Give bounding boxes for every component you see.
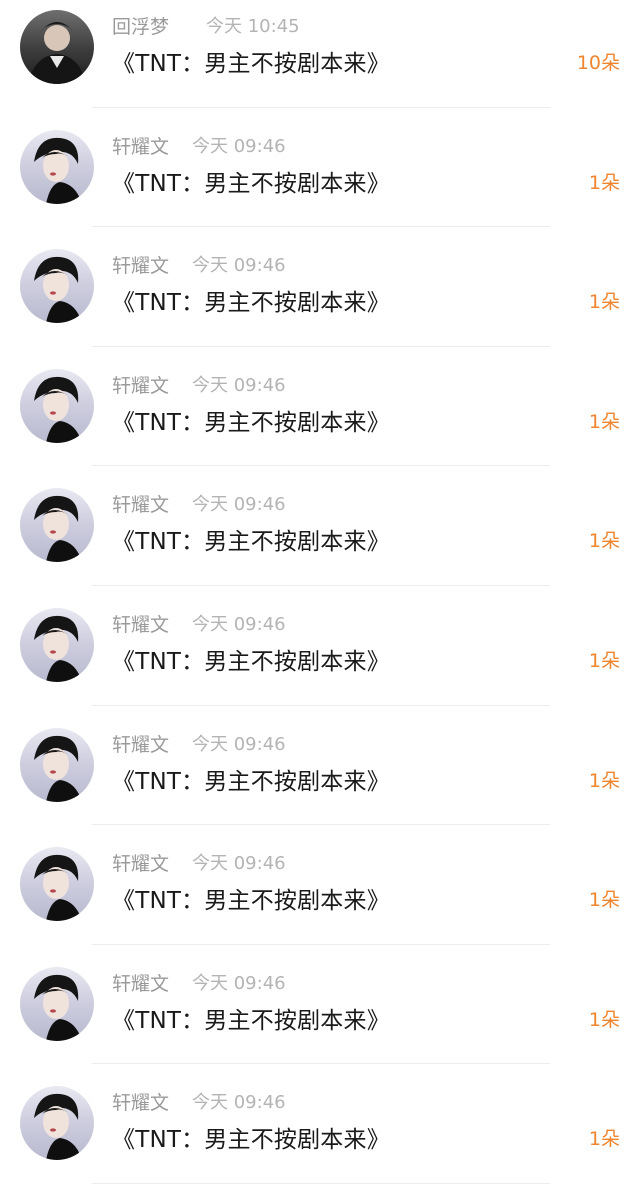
- sender-name: 轩耀文: [112, 494, 170, 517]
- timestamp: 今天 09:46: [192, 135, 286, 157]
- list-item[interactable]: 轩耀文 今天 09:46 《TNT：男主不按剧本来》 1朵: [0, 945, 640, 1065]
- avatar-image: [34, 257, 82, 324]
- sender-name: 轩耀文: [112, 853, 170, 876]
- avatar[interactable]: [20, 249, 94, 324]
- timestamp: 今天 09:46: [192, 972, 286, 994]
- flower-count: 1朵: [588, 889, 620, 912]
- timestamp: 今天 10:45: [206, 16, 300, 37]
- avatar[interactable]: [20, 847, 94, 922]
- timestamp: 今天 09:46: [192, 374, 286, 396]
- book-title: 《TNT：男主不按剧本来》: [112, 51, 390, 77]
- avatar-image: [34, 615, 82, 682]
- sender-name: 轩耀文: [112, 972, 170, 995]
- list-item[interactable]: 回浮梦 今天 10:45 《TNT：男主不按剧本来》 10朵: [0, 0, 640, 108]
- flower-count: 1朵: [588, 410, 620, 433]
- avatar[interactable]: [20, 368, 94, 443]
- flower-count: 1朵: [588, 530, 620, 553]
- gift-record-list: 回浮梦 今天 10:45 《TNT：男主不按剧本来》 10朵 轩耀文 今天 09…: [0, 0, 640, 1184]
- avatar-image: [34, 735, 82, 802]
- sender-name: 轩耀文: [112, 255, 170, 278]
- list-item[interactable]: 轩耀文 今天 09:46 《TNT：男主不按剧本来》 1朵: [0, 1064, 640, 1184]
- book-title: 《TNT：男主不按剧本来》: [112, 1007, 390, 1034]
- list-item[interactable]: 轩耀文 今天 09:46 《TNT：男主不按剧本来》 1朵: [0, 825, 640, 945]
- sender-name: 回浮梦: [112, 16, 170, 38]
- flower-count: 10朵: [576, 52, 620, 74]
- avatar-image: [34, 855, 82, 922]
- avatar[interactable]: [20, 966, 94, 1041]
- book-title: 《TNT：男主不按剧本来》: [112, 170, 390, 197]
- book-title: 《TNT：男主不按剧本来》: [112, 290, 390, 317]
- avatar-image: [34, 496, 82, 563]
- book-title: 《TNT：男主不按剧本来》: [112, 409, 390, 436]
- timestamp: 今天 09:46: [192, 733, 286, 755]
- timestamp: 今天 09:46: [192, 853, 286, 875]
- flower-count: 1朵: [588, 769, 620, 792]
- avatar[interactable]: [20, 488, 94, 563]
- avatar[interactable]: [20, 129, 94, 204]
- timestamp: 今天 09:46: [192, 1092, 286, 1114]
- avatar[interactable]: [20, 607, 94, 682]
- book-title: 《TNT：男主不按剧本来》: [112, 529, 390, 556]
- avatar-image: [28, 22, 86, 84]
- sender-name: 轩耀文: [112, 613, 170, 636]
- timestamp: 今天 09:46: [192, 613, 286, 635]
- book-title: 《TNT：男主不按剧本来》: [112, 768, 390, 795]
- flower-count: 1朵: [588, 1128, 620, 1151]
- book-title: 《TNT：男主不按剧本来》: [112, 648, 390, 675]
- list-item[interactable]: 轩耀文 今天 09:46 《TNT：男主不按剧本来》 1朵: [0, 347, 640, 467]
- list-item[interactable]: 轩耀文 今天 09:46 《TNT：男主不按剧本来》 1朵: [0, 108, 640, 228]
- avatar-image: [34, 376, 82, 443]
- list-item[interactable]: 轩耀文 今天 09:46 《TNT：男主不按剧本来》 1朵: [0, 466, 640, 586]
- avatar-image: [34, 137, 82, 204]
- avatar-image: [34, 1094, 82, 1161]
- avatar[interactable]: [20, 1086, 94, 1161]
- book-title: 《TNT：男主不按剧本来》: [112, 1127, 390, 1154]
- flower-count: 1朵: [588, 291, 620, 314]
- list-item[interactable]: 轩耀文 今天 09:46 《TNT：男主不按剧本来》 1朵: [0, 706, 640, 826]
- sender-name: 轩耀文: [112, 135, 170, 158]
- list-item[interactable]: 轩耀文 今天 09:46 《TNT：男主不按剧本来》 1朵: [0, 227, 640, 347]
- flower-count: 1朵: [588, 1008, 620, 1031]
- avatar-image: [34, 974, 82, 1041]
- avatar[interactable]: [20, 727, 94, 802]
- sender-name: 轩耀文: [112, 1092, 170, 1115]
- flower-count: 1朵: [588, 649, 620, 672]
- sender-name: 轩耀文: [112, 374, 170, 397]
- sender-name: 轩耀文: [112, 733, 170, 756]
- flower-count: 1朵: [588, 171, 620, 194]
- book-title: 《TNT：男主不按剧本来》: [112, 888, 390, 915]
- timestamp: 今天 09:46: [192, 255, 286, 277]
- timestamp: 今天 09:46: [192, 494, 286, 516]
- avatar[interactable]: [20, 10, 94, 84]
- list-item[interactable]: 轩耀文 今天 09:46 《TNT：男主不按剧本来》 1朵: [0, 586, 640, 706]
